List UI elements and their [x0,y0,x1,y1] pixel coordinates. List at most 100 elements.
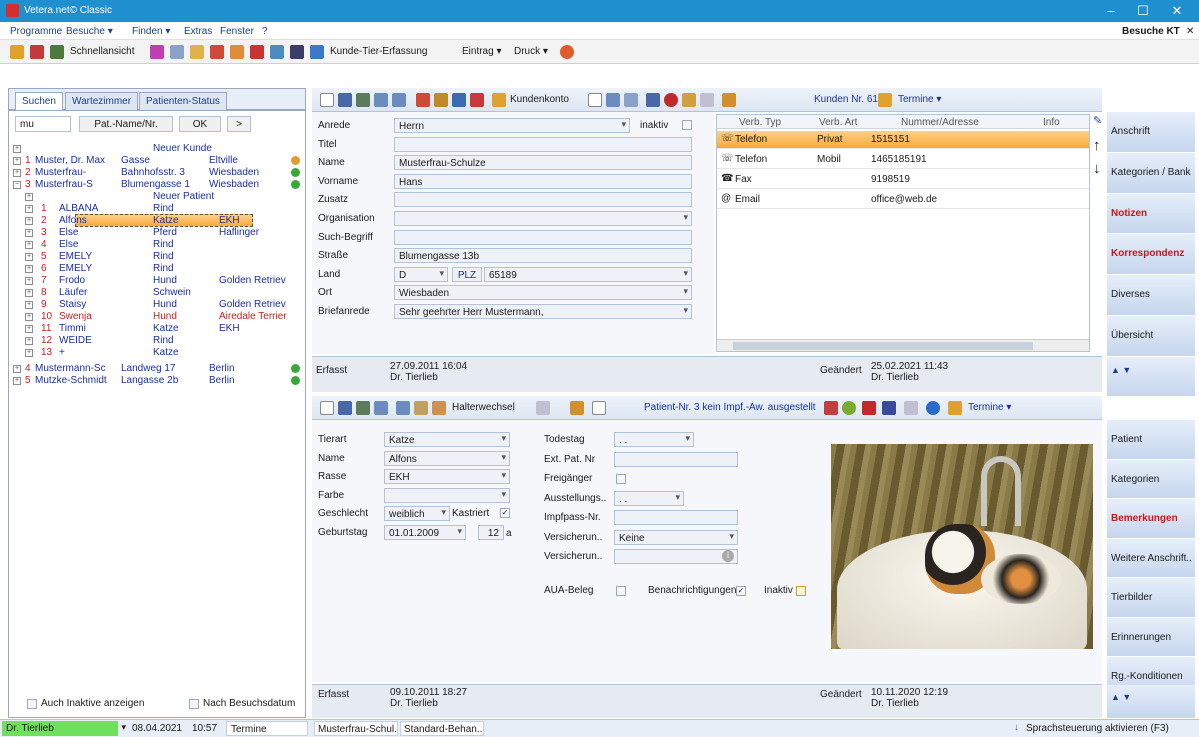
side-nav-patient_side-0[interactable]: Patient [1107,420,1195,460]
side-nav-patient_side-1[interactable]: Kategorien [1107,459,1195,499]
refresh-icon[interactable] [926,401,940,415]
save-patient-icon[interactable] [338,401,352,415]
tool-m-icon[interactable] [646,93,660,107]
calendar-icon[interactable] [878,93,892,107]
patient-termine-button[interactable]: Termine ▾ [968,402,1011,413]
tool-r-icon[interactable] [356,401,370,415]
menu-besuche[interactable]: Besuche ▾ [66,26,113,37]
user-dropdown-icon[interactable]: ▾ [121,722,126,733]
patient-name[interactable]: Timmi [59,323,86,334]
aua-checkbox[interactable] [616,586,626,596]
move-up-icon[interactable]: ↑ [1093,137,1107,155]
expand-icon[interactable]: + [25,241,33,249]
quickview-button[interactable]: Schnellansicht [70,46,134,57]
zusatz-field[interactable] [394,192,692,208]
tool-y-icon[interactable] [824,401,838,415]
termine-button[interactable]: Termine ▾ [898,94,941,105]
vers-field[interactable]: Keine [614,529,738,545]
country-select[interactable]: D [394,266,448,282]
voice-control-button[interactable]: Sprachsteuerung aktivieren (F3) [1026,723,1169,734]
tool-g-icon[interactable] [434,93,448,107]
expand-icon[interactable]: + [25,301,33,309]
tool-icon-5[interactable] [210,45,224,59]
expand-icon[interactable]: + [25,205,33,213]
patient-name[interactable]: EMELY [59,251,92,262]
tool-icon-1[interactable] [10,45,24,59]
paw-icon[interactable] [862,401,876,415]
menu-finden[interactable]: Finden ▾ [132,26,170,37]
side-scroll2-icon[interactable]: ▲ ▼ [1107,685,1195,719]
more-button[interactable]: > [227,116,251,132]
tool-icon-2[interactable] [150,45,164,59]
vorname-field[interactable]: Hans [394,173,692,189]
expand-icon[interactable]: + [25,289,33,297]
patient-name[interactable]: Else [59,227,78,238]
expand-icon[interactable]: + [25,349,33,357]
contact-row[interactable]: ☏ Telefon Mobil 1465185191 [717,151,1089,169]
impf-field[interactable] [614,510,738,525]
tool-t-icon[interactable] [396,401,410,415]
kundenkonto-button[interactable]: Kundenkonto [510,94,569,105]
expand-icon[interactable]: + [25,253,33,261]
such-field[interactable] [394,229,692,245]
side-scroll-icon[interactable]: ▲ ▼ [1107,357,1195,397]
expand-icon[interactable]: − [13,181,21,189]
patient-name[interactable]: Alfons [59,215,87,226]
titel-field[interactable] [394,136,692,152]
tool-icon-3[interactable] [170,45,184,59]
side-nav-customer_side-3[interactable]: Korrespondenz [1107,234,1195,276]
new-patient-icon[interactable] [320,401,334,415]
eintrag-button[interactable]: Eintrag ▾ [462,46,501,57]
tool-e-icon[interactable] [392,93,406,107]
customer-name[interactable]: Mutzke-Schmidt [35,375,107,386]
kunde-tier-button[interactable]: Kunde-Tier-Erfassung [330,46,427,57]
todestag-field[interactable]: . . [614,432,694,447]
edit-contact-icon[interactable]: ✎ [1093,114,1107,128]
strasse-field[interactable]: Blumengasse 13b [394,248,692,264]
expand-icon[interactable]: + [25,265,33,273]
status-termine[interactable]: Termine [226,721,308,736]
expand-icon[interactable]: + [25,217,33,225]
new-patient-item[interactable]: Neuer Patient [153,191,214,202]
tool-w-icon[interactable] [570,401,584,415]
tool-aa-icon[interactable] [904,401,918,415]
tierart-select[interactable]: Katze [384,432,510,447]
horizontal-scrollbar[interactable] [717,339,1089,351]
customer-name[interactable]: Muster, Dr. Max [35,155,105,166]
tab-patienten-status[interactable]: Patienten-Status [139,92,227,110]
menu-programme[interactable]: Programme [10,26,62,37]
basket-icon[interactable] [50,45,64,59]
tool-icon-4[interactable] [190,45,204,59]
side-nav-patient_side-4[interactable]: Tierbilder [1107,578,1195,618]
rasse-select[interactable]: EKH [384,469,510,484]
kastriert-checkbox[interactable]: ✓ [500,508,510,518]
geschlecht-select[interactable]: weiblich [384,506,450,521]
scroll-thumb[interactable] [733,342,1033,350]
side-nav-customer_side-2[interactable]: Notizen [1107,193,1195,235]
tool-n-icon[interactable] [664,93,678,107]
tool-kg-icon[interactable] [882,401,896,415]
side-nav-patient_side-2[interactable]: Bemerkungen [1107,499,1195,539]
inactive-checkbox[interactable] [27,699,37,709]
tool-u-icon[interactable] [414,401,428,415]
side-nav-customer_side-5[interactable]: Übersicht [1107,316,1195,357]
customer-name[interactable]: Musterfrau-S [35,179,93,190]
microphone-icon[interactable]: ↓ [1014,722,1019,733]
tool-icon-6[interactable] [230,45,244,59]
side-nav-customer_side-4[interactable]: Diverses [1107,275,1195,316]
side-nav-customer_side-0[interactable]: Anschrift [1107,112,1195,153]
patient-name[interactable]: WEIDE [59,335,92,346]
name-select[interactable]: Alfons [384,450,510,466]
user-field[interactable]: Dr. Tierlieb ▾ [2,721,126,736]
contact-row[interactable]: @ Email office@web.de [717,191,1089,209]
organisation-field[interactable] [394,211,692,226]
tool-k-icon[interactable] [606,93,620,107]
tool-c-icon[interactable] [356,93,370,107]
extpat-field[interactable] [614,451,738,467]
tool-h-icon[interactable] [452,93,466,107]
expand-icon[interactable]: + [13,157,21,165]
briefanrede-field[interactable]: Sehr geehrter Herr Mustermann, [394,304,692,319]
customer-name[interactable]: Musterfrau- [35,167,86,178]
menu-close-icon[interactable]: ✕ [1186,26,1194,37]
tool-p-icon[interactable] [700,93,714,107]
